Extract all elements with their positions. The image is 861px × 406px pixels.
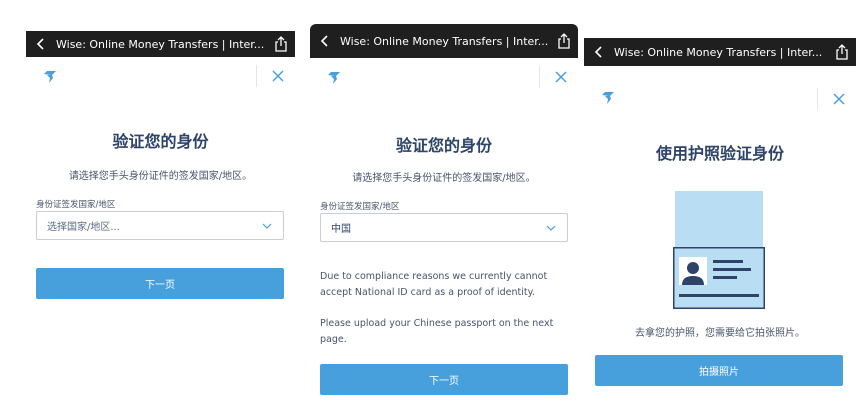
app-header: [584, 66, 856, 110]
browser-topbar: Wise: Online Money Transfers | Inter...: [310, 24, 578, 58]
close-icon[interactable]: [830, 90, 848, 108]
close-icon[interactable]: [269, 67, 287, 85]
page-heading: 验证您的身份: [395, 136, 492, 155]
compliance-notice: Due to compliance reasons we currently c…: [320, 271, 548, 298]
page-subtitle: 请选择您手头身份证件的签发国家/地区。: [352, 173, 536, 184]
share-icon[interactable]: [834, 43, 850, 61]
country-field-label: 身份证签发国家/地区: [320, 202, 400, 212]
screen-select-country-china: Wise: Online Money Transfers | Inter... …: [310, 24, 578, 406]
wise-logo-icon: [326, 70, 342, 86]
header-divider: [817, 88, 818, 110]
app-header: [310, 58, 578, 100]
browser-topbar: Wise: Online Money Transfers | Inter...: [26, 31, 295, 57]
next-button[interactable]: 下一页: [36, 268, 284, 299]
page-subtitle: 请选择您手头身份证件的签发国家/地区。: [68, 171, 253, 182]
screen-passport-verify: Wise: Online Money Transfers | Inter... …: [584, 38, 856, 406]
passport-instruction: 去拿您的护照，您需要给它拍张照片。: [635, 328, 805, 339]
next-button[interactable]: 下一页: [320, 364, 568, 395]
back-icon[interactable]: [590, 43, 608, 61]
wise-logo-icon: [600, 90, 616, 106]
share-icon[interactable]: [273, 35, 289, 53]
chevron-down-icon: [545, 222, 557, 234]
passport-illustration: [673, 191, 765, 309]
page-title: Wise: Online Money Transfers | Inter...: [614, 45, 823, 59]
close-icon[interactable]: [552, 68, 570, 86]
page-heading: 验证您的身份: [112, 132, 209, 151]
wise-logo-icon: [42, 69, 58, 85]
back-icon[interactable]: [32, 35, 50, 53]
country-field-label: 身份证签发国家/地区: [36, 200, 116, 210]
browser-topbar: Wise: Online Money Transfers | Inter...: [584, 38, 856, 66]
country-select-value: 选择国家/地区...: [47, 222, 120, 233]
passport-upload-notice: Please upload your Chinese passport on t…: [320, 318, 554, 345]
page-title: Wise: Online Money Transfers | Inter...: [340, 34, 549, 48]
take-photo-button[interactable]: 拍摄照片: [595, 355, 843, 386]
country-select[interactable]: 选择国家/地区...: [36, 211, 284, 240]
header-divider: [539, 66, 540, 88]
country-select[interactable]: 中国: [320, 213, 568, 242]
page-heading: 使用护照验证身份: [655, 144, 784, 163]
page-title: Wise: Online Money Transfers | Inter...: [56, 37, 265, 51]
screen-select-country-empty: Wise: Online Money Transfers | Inter... …: [26, 31, 295, 406]
country-select-value: 中国: [331, 224, 351, 235]
header-divider: [256, 65, 257, 87]
chevron-down-icon: [261, 220, 273, 232]
share-icon[interactable]: [556, 32, 572, 50]
app-header: [26, 57, 295, 99]
back-icon[interactable]: [316, 32, 334, 50]
